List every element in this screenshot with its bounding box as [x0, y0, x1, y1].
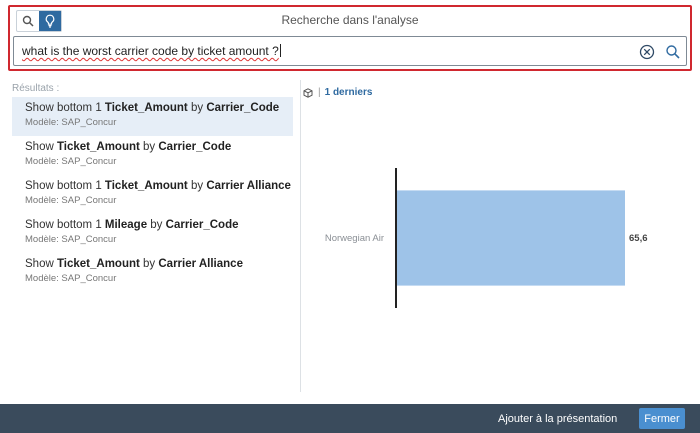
result-model: Modèle: SAP_Concur — [25, 117, 117, 128]
result-model: Modèle: SAP_Concur — [25, 273, 117, 284]
data-label: 65,6 — [629, 233, 648, 244]
panel-title: Recherche dans l'analyse — [281, 13, 419, 27]
top-n-filter-link[interactable]: 1 derniers — [325, 87, 373, 98]
category-label: Norwegian Air — [325, 233, 384, 244]
result-item[interactable]: Show Ticket_Amount by Carrier Alliance M… — [12, 253, 293, 292]
footer-bar: Ajouter à la présentation Fermer — [0, 404, 700, 433]
result-title: Show Ticket_Amount by Carrier_Code — [25, 141, 232, 153]
query-text[interactable]: what is the worst carrier code by ticket… — [22, 44, 281, 58]
result-title: Show bottom 1 Ticket_Amount by Carrier A… — [25, 180, 291, 192]
result-item[interactable]: Show bottom 1 Mileage by Carrier_Code Mo… — [12, 214, 293, 253]
cube-icon[interactable] — [303, 87, 313, 98]
bar[interactable] — [396, 190, 625, 286]
result-model: Modèle: SAP_Concur — [25, 234, 117, 245]
result-title: Show bottom 1 Mileage by Carrier_Code — [25, 219, 239, 231]
text-caret — [279, 44, 281, 57]
result-item[interactable]: Show Ticket_Amount by Carrier_Code Modèl… — [12, 136, 293, 175]
result-item[interactable]: Show bottom 1 Ticket_Amount by Carrier_C… — [12, 97, 293, 136]
result-model: Modèle: SAP_Concur — [25, 195, 117, 206]
results-list: Show bottom 1 Ticket_Amount by Carrier_C… — [12, 97, 293, 292]
result-title: Show Ticket_Amount by Carrier Alliance — [25, 258, 243, 270]
add-to-presentation-button[interactable]: Ajouter à la présentation — [490, 409, 625, 429]
search-icon[interactable] — [664, 43, 682, 61]
result-title: Show bottom 1 Ticket_Amount by Carrier_C… — [25, 102, 280, 114]
search-panel: Recherche dans l'analyse what is the wor… — [8, 5, 692, 71]
clear-icon[interactable] — [638, 43, 656, 61]
chart-header-separator: | — [318, 87, 321, 98]
bar-chart: Norwegian Air 65,6 — [325, 168, 648, 308]
panel-divider — [300, 80, 301, 392]
results-label: Résultats : — [12, 83, 60, 94]
chart-header: | 1 derniers — [303, 87, 372, 98]
close-button[interactable]: Fermer — [639, 408, 685, 429]
query-input[interactable]: what is the worst carrier code by ticket… — [13, 36, 687, 66]
result-model: Modèle: SAP_Concur — [25, 156, 117, 167]
result-item[interactable]: Show bottom 1 Ticket_Amount by Carrier A… — [12, 175, 293, 214]
